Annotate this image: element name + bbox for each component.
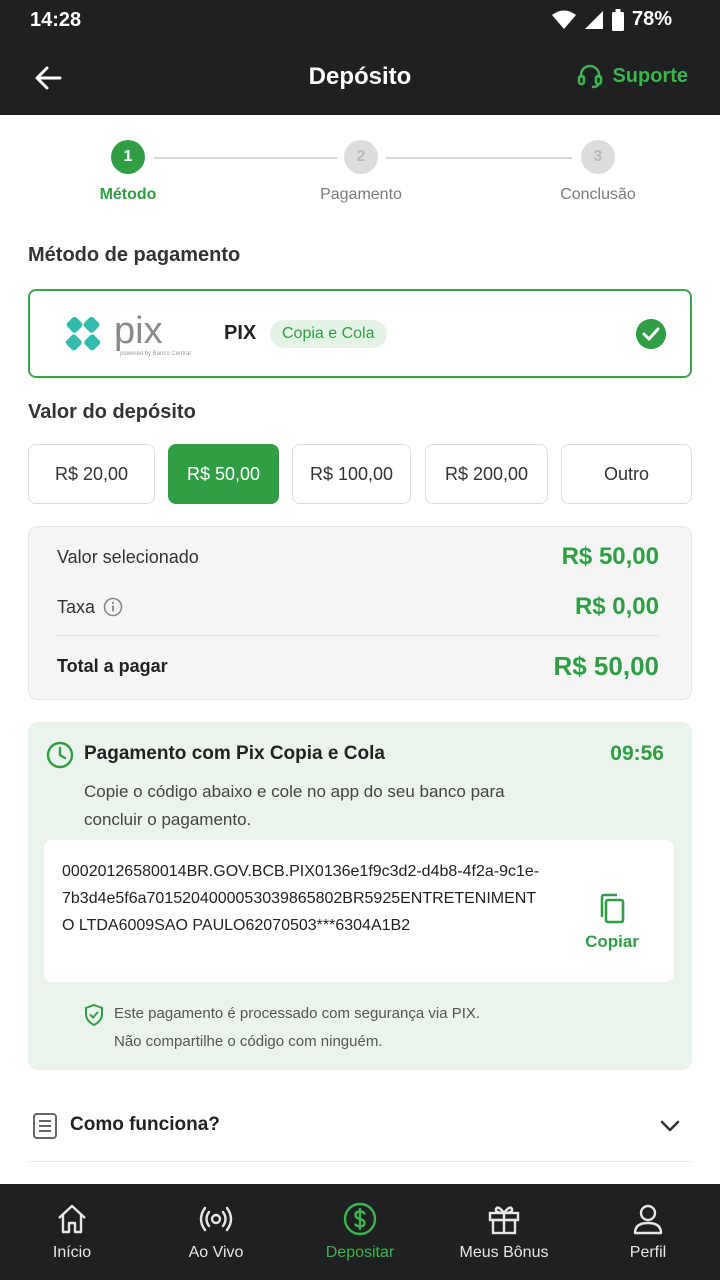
step-number: 1: [111, 140, 145, 174]
check-circle-icon: [636, 319, 666, 349]
summary-total-value: R$ 50,00: [553, 651, 659, 681]
support-label: Suporte: [612, 64, 688, 87]
chevron-down-icon: [660, 1120, 680, 1132]
support-button[interactable]: Suporte: [576, 62, 688, 90]
user-icon: [633, 1204, 663, 1235]
summary-total-row: Total a pagar R$ 50,00: [57, 651, 659, 682]
nav-label: Ao Vivo: [188, 1244, 244, 1261]
nav-label: Depositar: [325, 1244, 395, 1261]
nav-meus-bonus[interactable]: Meus Bônus: [432, 1184, 576, 1280]
summary-fee-label: Taxa: [57, 596, 96, 617]
list-icon: [33, 1113, 57, 1139]
how-it-works-accordion[interactable]: Como funciona?: [28, 1090, 692, 1162]
progress-stepper: 1 Método 2 Pagamento 3 Conclusão: [0, 140, 720, 210]
pix-payment-panel: Pagamento com Pix Copia e Cola 09:56 Cop…: [28, 722, 692, 1070]
status-bar: 14:28 78%: [0, 0, 720, 40]
amount-option-200[interactable]: R$ 200,00: [425, 444, 548, 504]
dollar-icon: [343, 1202, 377, 1236]
deposit-summary: Valor selecionado R$ 50,00 Taxa R$ 0,00 …: [28, 526, 692, 700]
security-line-2: Não compartilhe o código com ninguém.: [114, 1033, 383, 1050]
step-label: Pagamento: [320, 186, 402, 203]
home-icon: [58, 1204, 86, 1234]
shield-check-icon: [85, 1004, 103, 1026]
pix-payment-description: Copie o código abaixo e cole no app do s…: [84, 782, 505, 829]
nav-inicio[interactable]: Início: [0, 1184, 144, 1280]
payment-timer: 09:56: [610, 742, 664, 765]
nav-perfil[interactable]: Perfil: [576, 1184, 720, 1280]
status-icons: 78%: [551, 8, 672, 31]
amount-option-50[interactable]: R$ 50,00: [168, 444, 279, 504]
headset-icon: [578, 64, 603, 89]
step-pagamento: 2 Pagamento: [281, 140, 441, 204]
status-time: 14:28: [30, 9, 82, 31]
nav-depositar[interactable]: Depositar: [288, 1184, 432, 1280]
step-conclusao: 3 Conclusão: [518, 140, 678, 204]
pix-payment-title: Pagamento com Pix Copia e Cola: [84, 743, 385, 764]
bottom-navigation: Início Ao Vivo Depositar Meus Bônus Perf…: [0, 1184, 720, 1280]
pix-logo-caption: powered by Banco Central: [120, 351, 191, 357]
gift-icon: [488, 1206, 520, 1235]
pix-method-card[interactable]: pix powered by Banco Central PIX Copia e…: [28, 289, 692, 378]
pix-code[interactable]: 00020126580014BR.GOV.BCB.PIX0136e1f9c3d2…: [62, 858, 542, 939]
nav-label: Perfil: [629, 1244, 667, 1261]
pix-logo: pix powered by Banco Central: [65, 310, 191, 357]
nav-label: Meus Bônus: [459, 1244, 549, 1261]
payment-method-title: Método de pagamento: [28, 244, 241, 266]
battery-icon: [611, 8, 624, 31]
copy-icon: [600, 893, 625, 924]
clock-icon: [46, 741, 74, 769]
pix-logo-text: pix: [114, 310, 163, 352]
amount-options: R$ 20,00 R$ 50,00 R$ 100,00 R$ 200,00 Ou…: [28, 444, 692, 504]
signal-icon: [584, 10, 603, 29]
step-number: 3: [581, 140, 615, 174]
info-icon[interactable]: [103, 597, 123, 617]
summary-divider: [57, 635, 659, 636]
nav-label: Início: [52, 1244, 92, 1261]
security-line-1: Este pagamento é processado com seguranç…: [114, 1005, 481, 1022]
nav-ao-vivo[interactable]: Ao Vivo: [144, 1184, 288, 1280]
method-name: PIX: [224, 322, 257, 344]
security-notice: Este pagamento é processado com seguranç…: [84, 1000, 480, 1056]
wifi-icon: [551, 10, 576, 29]
method-badge: Copia e Cola: [270, 320, 387, 348]
live-icon: [199, 1206, 233, 1232]
amount-option-100[interactable]: R$ 100,00: [292, 444, 411, 504]
how-it-works-label: Como funciona?: [70, 1114, 220, 1135]
summary-selected-row: Valor selecionado R$ 50,00: [57, 543, 659, 571]
pix-code-box: 00020126580014BR.GOV.BCB.PIX0136e1f9c3d2…: [44, 840, 674, 982]
copy-button[interactable]: Copiar: [572, 892, 652, 952]
summary-fee-value: R$ 0,00: [574, 593, 659, 620]
deposit-value-title: Valor do depósito: [28, 401, 196, 423]
summary-selected-label: Valor selecionado: [57, 546, 199, 567]
copy-label: Copiar: [585, 932, 639, 951]
step-metodo: 1 Método: [48, 140, 208, 204]
app-bar: Depósito Suporte: [0, 40, 720, 115]
summary-selected-value: R$ 50,00: [561, 543, 659, 570]
step-number: 2: [344, 140, 378, 174]
battery-level: 78%: [631, 8, 672, 30]
summary-total-label: Total a pagar: [57, 656, 168, 676]
summary-fee-row: Taxa R$ 0,00: [57, 593, 659, 621]
amount-option-20[interactable]: R$ 20,00: [28, 444, 155, 504]
step-label: Conclusão: [560, 186, 636, 203]
step-label: Método: [99, 186, 157, 203]
amount-option-other[interactable]: Outro: [561, 444, 692, 504]
